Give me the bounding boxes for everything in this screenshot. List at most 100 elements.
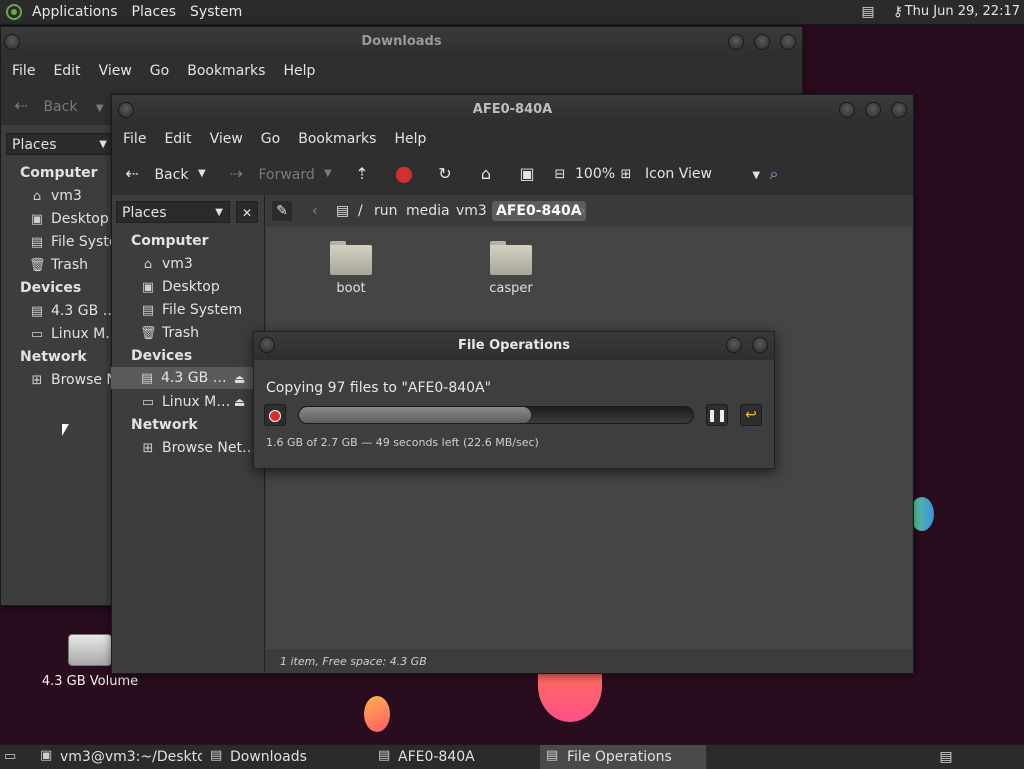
window-title: AFE0-840A (472, 102, 553, 117)
back-button[interactable]: ⇠ Back (122, 164, 188, 184)
back-button[interactable]: ⇠ Back ▼ (11, 96, 103, 116)
workspace-switcher-icon[interactable]: ▤ (936, 748, 956, 766)
minimize-button[interactable] (839, 102, 855, 118)
sidebar-item-desktop[interactable]: ▣ Desktop (140, 276, 262, 298)
eject-linux-media-icon[interactable]: ⏏ (234, 395, 245, 409)
close-button[interactable] (891, 102, 907, 118)
reload-button[interactable]: ↻ (435, 164, 455, 184)
window-menu-button[interactable] (259, 337, 275, 353)
menu-bookmarks[interactable]: Bookmarks (298, 131, 376, 147)
sidebar: Places ▼ Computer ⌂ vm3 ▣ Desktop ▤ File Sy… (1, 125, 114, 605)
undo-button[interactable]: ↩ (740, 404, 762, 426)
chevron-down-icon: ▼ (99, 139, 107, 150)
menu-go[interactable]: Go (261, 131, 280, 147)
stop-copy-button[interactable] (264, 404, 286, 426)
folder-item[interactable]: boot (306, 241, 396, 296)
home-button[interactable]: ⌂ (476, 164, 496, 184)
window-menu-button[interactable] (4, 34, 20, 50)
afe0-titlebar[interactable]: AFE0-840A (112, 95, 913, 125)
folder-item[interactable]: casper (466, 241, 556, 296)
search-button[interactable]: ⌕ (764, 164, 784, 184)
minimize-button[interactable] (728, 34, 744, 50)
sidebar-item-filesystem[interactable]: ▤File System (140, 299, 262, 321)
menu-view[interactable]: View (99, 63, 132, 79)
path-scroll-right[interactable]: › (580, 201, 586, 221)
sidebar-item-volume[interactable]: ▤ 4.3 GB … (111, 367, 253, 389)
close-button[interactable] (780, 34, 796, 50)
taskbar: ▭ ▣ vm3@vm3:~/Desktop ▤ Downloads ▤ AFE0-84… (0, 744, 1024, 769)
sidebar-item-browse-network[interactable]: ⊞ Browse Net… (140, 437, 262, 459)
dialog-titlebar[interactable]: File Operations (254, 332, 774, 360)
task-terminal[interactable]: ▣ vm3@vm3:~/Desktop (38, 745, 202, 769)
zoom-in-button[interactable]: ⊞ (616, 164, 636, 184)
show-desktop-icon[interactable]: ▭ (4, 749, 20, 765)
sidebar-item-trash[interactable]: 🗑 Trash (29, 254, 113, 276)
zoom-out-button[interactable]: ⊟ (550, 164, 570, 184)
forward-history-dropdown[interactable]: ▼ (324, 164, 332, 184)
key-icon[interactable]: ⚷ (890, 4, 906, 20)
menu-places[interactable]: Places (132, 4, 177, 20)
sidebar-item-volume[interactable]: ▤ 4.3 GB … (29, 300, 113, 322)
path-run[interactable]: run (374, 201, 398, 221)
sidebar-item-vm3[interactable]: ⌂ vm3 (29, 185, 113, 207)
sidebar: Places ▼ ✕ Computer ⌂ vm3 ▣ Desktop ▤ File … (111, 195, 265, 673)
path-root[interactable]: / (358, 201, 363, 221)
task-afe0[interactable]: ▤ AFE0-840A (376, 745, 536, 769)
desktop-icon: ▣ (30, 212, 44, 227)
sidebar-item-vm3[interactable]: ⌂ vm3 (140, 253, 262, 275)
menu-applications[interactable]: Applications (32, 4, 118, 20)
keyboard-icon[interactable]: ▤ (860, 4, 876, 20)
path-media[interactable]: media (406, 201, 450, 221)
path-vm3[interactable]: vm3 (456, 201, 487, 221)
menu-edit[interactable]: Edit (164, 131, 191, 147)
sidebar-item-trash[interactable]: 🗑 Trash (140, 322, 262, 344)
pause-button[interactable]: ❚❚ (706, 404, 728, 426)
downloads-titlebar[interactable]: Downloads (1, 27, 802, 57)
sidebar-item-desktop[interactable]: ▣ Desktop (29, 208, 113, 230)
task-file-operations[interactable]: ▤ File Operations (540, 745, 706, 769)
zoom-out-icon: ⊟ (554, 167, 566, 182)
minimize-button[interactable] (726, 337, 742, 353)
menu-system[interactable]: System (190, 4, 242, 20)
drive-icon: ▤ (141, 303, 155, 318)
up-button[interactable]: ⇡ (352, 164, 372, 184)
path-current[interactable]: AFE0-840A (492, 201, 586, 221)
menu-help[interactable]: Help (283, 63, 315, 79)
edit-location-button[interactable]: ✎ (272, 201, 292, 221)
distro-logo-icon[interactable] (6, 4, 22, 20)
sidebar-item-linux-media[interactable]: ▭ Linux M… (140, 391, 230, 413)
path-bar: ✎ ‹ ▤ / run media vm3 AFE0-840A › (266, 197, 912, 225)
menu-help[interactable]: Help (394, 131, 426, 147)
menu-file[interactable]: File (12, 63, 35, 79)
menu-go[interactable]: Go (150, 63, 169, 79)
maximize-button[interactable] (865, 102, 881, 118)
places-dropdown[interactable]: Places ▼ (116, 201, 230, 223)
zoom-level[interactable]: 100% (575, 164, 615, 184)
sidebar-item-browse-network[interactable]: ⊞Browse Network (29, 369, 113, 391)
section-network: Network (20, 349, 87, 365)
file-operations-dialog: File Operations Copying 97 files to "AFE… (253, 331, 775, 469)
back-history-dropdown[interactable]: ▼ (198, 164, 206, 184)
menu-file[interactable]: File (123, 131, 146, 147)
sidebar-item-filesystem[interactable]: ▤File System (29, 231, 113, 253)
stop-button[interactable]: ⬤ (394, 164, 414, 184)
path-scroll-left[interactable]: ‹ (312, 201, 318, 221)
task-downloads[interactable]: ▤ Downloads (208, 745, 368, 769)
close-sidebar-button[interactable]: ✕ (236, 201, 258, 223)
window-menu-button[interactable] (118, 102, 134, 118)
menu-edit[interactable]: Edit (53, 63, 80, 79)
back-arrow-icon: ⇠ (125, 164, 139, 183)
optical-drive-icon: ▭ (141, 395, 155, 410)
maximize-button[interactable] (754, 34, 770, 50)
menu-view[interactable]: View (210, 131, 243, 147)
folder-icon (490, 241, 532, 275)
menu-bookmarks[interactable]: Bookmarks (187, 63, 265, 79)
computer-button[interactable]: ▣ (517, 164, 537, 184)
places-dropdown[interactable]: Places ▼ (6, 133, 114, 155)
clock[interactable]: Thu Jun 29, 22:17 (905, 4, 1020, 19)
eject-volume-icon[interactable]: ⏏ (234, 372, 245, 386)
sidebar-item-linux-media[interactable]: ▭ Linux M… (29, 323, 113, 345)
view-mode-dropdown[interactable]: Icon View ▼ (645, 164, 760, 184)
close-button[interactable] (752, 337, 768, 353)
forward-button[interactable]: ⇢ Forward (226, 164, 314, 184)
